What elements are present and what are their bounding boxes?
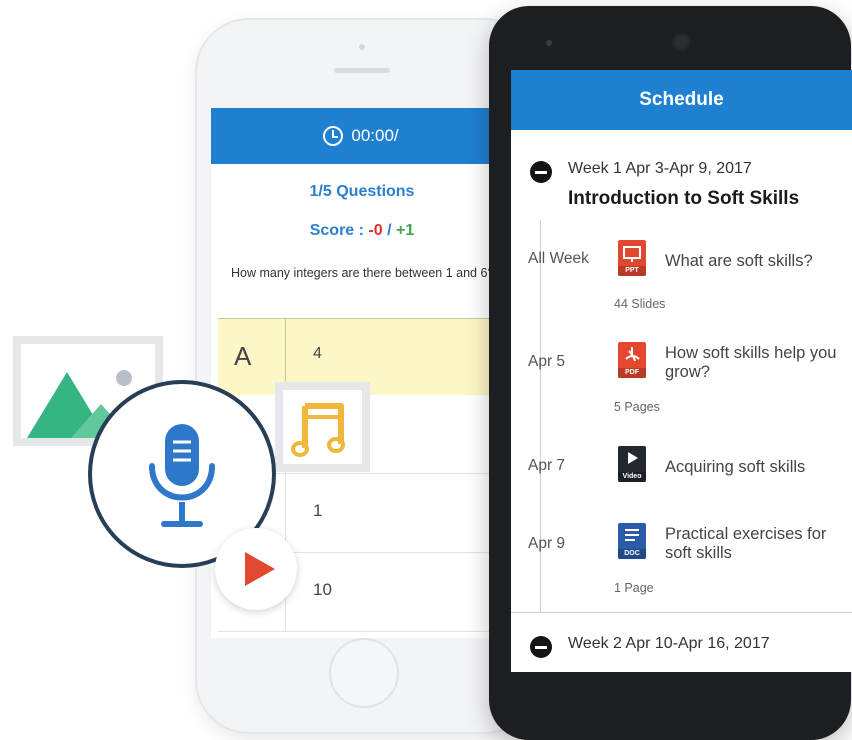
score-negative: -0 <box>368 222 383 239</box>
music-note-icon <box>291 403 345 457</box>
score-positive: +1 <box>396 222 415 239</box>
home-button[interactable] <box>329 638 399 708</box>
option-value: 10 <box>313 580 332 599</box>
item-meta: 5 Pages <box>614 400 660 414</box>
music-card <box>275 382 370 472</box>
timer-bar: 00:00/ <box>211 108 511 164</box>
item-title[interactable]: Practical exercises for soft skills <box>665 525 850 563</box>
item-date: Apr 7 <box>528 457 566 474</box>
doc-icon: DOC <box>618 523 646 559</box>
score-line: Score : -0 / +1 <box>211 222 511 240</box>
schedule-header: Schedule <box>511 70 852 130</box>
item-meta: 44 Slides <box>614 297 666 311</box>
front-camera <box>672 33 690 51</box>
question-text: How many integers are there between 1 an… <box>231 266 495 280</box>
collapse-week1-icon[interactable] <box>530 161 552 183</box>
timer-text: 00:00/ <box>351 126 399 145</box>
play-icon <box>245 552 275 586</box>
item-date: All Week <box>528 250 589 267</box>
ppt-icon: PPT <box>618 240 646 276</box>
file-type-tag: PDF <box>618 368 646 378</box>
front-camera <box>359 44 365 50</box>
item-date: Apr 9 <box>528 535 566 552</box>
play-button[interactable] <box>215 528 297 610</box>
file-type-tag: PPT <box>618 266 646 276</box>
item-title[interactable]: Acquiring soft skills <box>665 458 850 477</box>
schedule-title: Schedule <box>639 89 724 110</box>
week2-label[interactable]: Week 2 Apr 10-Apr 16, 2017 <box>568 635 770 653</box>
option-value: 4 <box>313 345 322 362</box>
item-date: Apr 5 <box>528 353 566 370</box>
item-meta: 1 Page <box>614 581 654 595</box>
option-value: 1 <box>313 501 323 520</box>
item-title[interactable]: How soft skills help you grow? <box>665 344 850 382</box>
option-letter: A <box>234 341 252 371</box>
question-count: 1/5 Questions <box>309 183 415 200</box>
file-type-tag: DOC <box>618 549 646 559</box>
course-title: Introduction to Soft Skills <box>568 188 800 209</box>
clock-icon <box>323 126 344 146</box>
video-icon: Video <box>618 446 646 482</box>
score-label: Score : <box>309 222 364 239</box>
earpiece-speaker <box>334 68 390 73</box>
schedule-screen: Schedule Week 1 Apr 3-Apr 9, 2017 Introd… <box>511 70 852 672</box>
timeline-line <box>540 220 541 612</box>
week1-label: Week 1 Apr 3-Apr 9, 2017 <box>568 160 752 177</box>
section-divider <box>511 612 852 613</box>
pdf-icon: PDF <box>618 342 646 378</box>
file-type-tag: Video <box>618 472 646 482</box>
item-title[interactable]: What are soft skills? <box>665 252 850 271</box>
sensor-dot <box>546 40 552 46</box>
collapse-week2-icon[interactable] <box>530 636 552 658</box>
score-separator: / <box>387 222 392 239</box>
